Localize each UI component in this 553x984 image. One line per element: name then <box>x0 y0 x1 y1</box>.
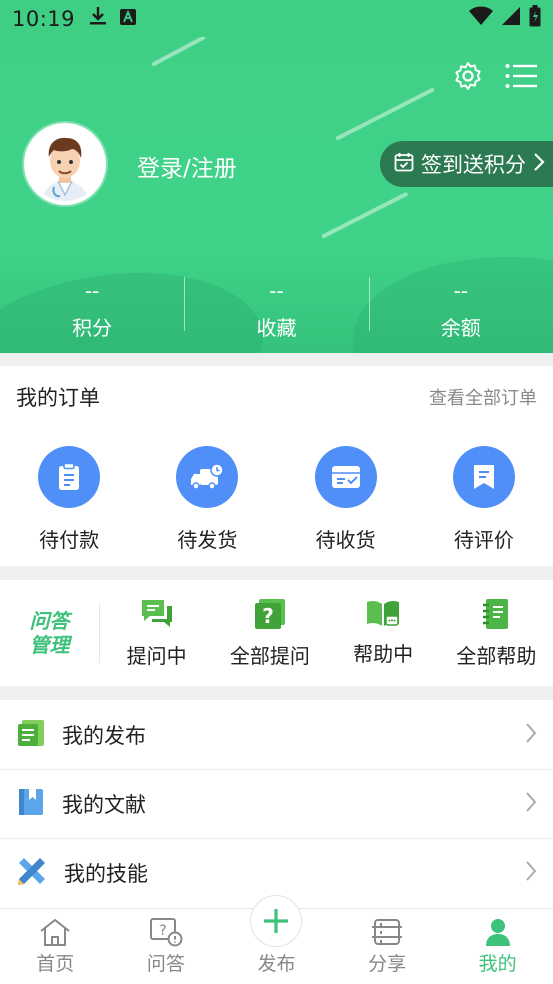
person-icon <box>483 915 513 949</box>
stat-value: -- <box>453 278 469 303</box>
qa-card: 问答 管理 提问中 ? 全部提问 帮助中 全部帮助 <box>0 580 553 686</box>
qa-asking[interactable]: 提问中 <box>100 598 213 669</box>
svg-text:?: ? <box>159 923 166 939</box>
qa-label: 帮助中 <box>353 641 414 666</box>
stat-balance[interactable]: -- 余额 <box>368 267 553 353</box>
order-pending-review[interactable]: 待评价 <box>415 446 553 553</box>
menu-label: 我的发布 <box>62 723 146 748</box>
menu-list-icon[interactable] <box>505 63 537 93</box>
chevron-right-icon <box>533 152 545 177</box>
signin-points-button[interactable]: 签到送积分 <box>380 141 553 187</box>
share-stack-icon <box>370 915 404 949</box>
publish-list-icon <box>16 718 46 752</box>
wifi-icon <box>469 6 493 31</box>
chevron-right-icon <box>525 722 537 748</box>
qa-icon: ? <box>149 915 183 949</box>
delivery-truck-icon <box>176 446 239 508</box>
qa-all-questions[interactable]: ? 全部提问 <box>213 598 326 669</box>
stat-label: 收藏 <box>256 315 297 340</box>
menu-my-publish[interactable]: 我的发布 <box>0 700 553 769</box>
order-label: 待发货 <box>177 528 238 552</box>
tab-qa[interactable]: ? 问答 <box>111 909 222 984</box>
chevron-right-icon <box>525 791 537 817</box>
tab-label: 我的 <box>478 953 517 975</box>
login-register-link[interactable]: 登录/注册 <box>137 149 237 183</box>
battery-icon <box>529 5 541 32</box>
plus-icon[interactable] <box>250 895 303 947</box>
tab-label: 首页 <box>36 953 75 975</box>
stat-label: 积分 <box>72 315 113 340</box>
tab-mine[interactable]: 我的 <box>442 909 553 984</box>
qa-logo-line: 问答 <box>29 609 70 633</box>
stat-label: 余额 <box>440 315 481 340</box>
order-pending-payment[interactable]: 待付款 <box>0 446 138 553</box>
notebook-icon <box>482 598 510 634</box>
status-bar: 10:19 <box>0 0 553 37</box>
order-pending-shipment[interactable]: 待发货 <box>138 446 276 553</box>
inbox-check-icon <box>314 446 377 508</box>
signal-icon <box>501 6 521 31</box>
decor-streak <box>321 191 409 239</box>
orders-card: 我的订单 查看全部订单 待付款 待发货 待收货 待评价 <box>0 366 553 566</box>
menu-label: 我的技能 <box>64 862 148 886</box>
profile-header: 登录/注册 签到送积分 -- 积分 -- 收藏 -- 余额 <box>0 37 553 353</box>
stat-value: -- <box>269 278 284 303</box>
qa-management-logo: 问答 管理 <box>0 603 100 663</box>
qa-helping[interactable]: 帮助中 <box>327 598 440 669</box>
decor-streak <box>335 87 435 141</box>
qa-label: 提问中 <box>126 643 187 668</box>
open-book-icon <box>366 598 400 632</box>
comment-icon <box>452 446 515 508</box>
avatar[interactable] <box>24 123 106 205</box>
home-icon <box>38 915 72 949</box>
tab-home[interactable]: 首页 <box>0 909 111 984</box>
orders-title: 我的订单 <box>16 386 100 410</box>
status-time: 10:19 <box>12 6 76 31</box>
tab-label: 分享 <box>368 953 407 975</box>
decor-streak <box>151 37 206 67</box>
signin-label: 签到送积分 <box>421 153 526 177</box>
qa-label: 全部帮助 <box>456 643 537 668</box>
calendar-check-icon <box>394 152 414 177</box>
tab-label: 问答 <box>146 953 185 975</box>
order-pending-receipt[interactable]: 待收货 <box>277 446 415 553</box>
stat-value: -- <box>84 278 100 303</box>
question-card-icon: ? <box>254 598 286 634</box>
chat-bubbles-icon <box>140 598 174 634</box>
clipboard-icon <box>38 446 101 508</box>
order-label: 待评价 <box>453 528 514 552</box>
download-icon <box>89 6 107 31</box>
bottom-tab-bar: 首页 ? 问答 发布 分享 我的 <box>0 895 553 984</box>
order-label: 待付款 <box>39 528 100 552</box>
qa-logo-line: 管理 <box>29 633 70 657</box>
settings-icon[interactable] <box>453 61 483 95</box>
menu-my-literature[interactable]: 我的文献 <box>0 769 553 838</box>
menu-list: 我的发布 我的文献 我的技能 <box>0 700 553 908</box>
doctor-avatar-icon <box>28 127 102 201</box>
chevron-right-icon <box>525 860 537 886</box>
tab-publish[interactable]: 发布 <box>221 895 332 984</box>
qa-all-help[interactable]: 全部帮助 <box>440 598 553 669</box>
qa-label: 全部提问 <box>229 643 310 668</box>
tab-share[interactable]: 分享 <box>332 909 443 984</box>
view-all-orders-link[interactable]: 查看全部订单 <box>429 384 537 410</box>
bookmark-book-icon <box>16 787 46 821</box>
svg-text:?: ? <box>262 604 274 628</box>
stats-bar: -- 积分 -- 收藏 -- 余额 <box>0 267 553 353</box>
order-label: 待收货 <box>315 528 376 552</box>
menu-label: 我的文献 <box>62 793 146 817</box>
stat-points[interactable]: -- 积分 <box>0 267 184 353</box>
app-notification-icon <box>119 7 137 31</box>
pencil-ruler-icon <box>16 855 48 891</box>
tab-label: 发布 <box>257 953 296 975</box>
stat-favorites[interactable]: -- 收藏 <box>184 267 368 353</box>
